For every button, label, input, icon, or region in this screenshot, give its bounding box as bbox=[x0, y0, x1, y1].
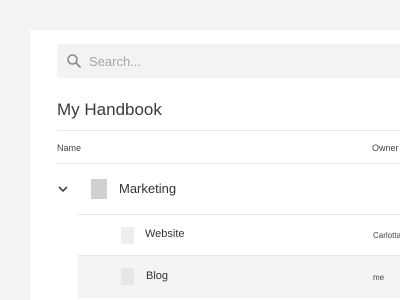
chevron-down-icon[interactable] bbox=[57, 183, 69, 195]
content-card: My Handbook Name Owner Marketing Website… bbox=[30, 30, 400, 300]
title-divider bbox=[57, 130, 400, 131]
row-label: Website bbox=[145, 228, 185, 240]
page: My Handbook Name Owner Marketing Website… bbox=[0, 0, 400, 300]
folder-label: Marketing bbox=[119, 181, 177, 196]
table-row-website[interactable]: Website Carlotta bbox=[78, 215, 400, 255]
document-icon bbox=[121, 268, 134, 285]
column-header-name[interactable]: Name bbox=[57, 143, 81, 153]
folder-icon bbox=[91, 179, 107, 199]
column-header-owner[interactable]: Owner bbox=[372, 143, 399, 153]
table-row-blog[interactable]: Blog me bbox=[78, 256, 400, 298]
search-icon bbox=[67, 54, 81, 68]
search-input[interactable] bbox=[89, 44, 400, 78]
row-owner: Carlotta bbox=[373, 231, 400, 240]
row-label: Blog bbox=[146, 270, 169, 282]
search-bar[interactable] bbox=[57, 44, 400, 78]
row-owner: me bbox=[373, 273, 385, 282]
folder-row-marketing[interactable]: Marketing bbox=[57, 164, 400, 214]
document-icon bbox=[121, 227, 134, 244]
page-title: My Handbook bbox=[57, 100, 162, 119]
